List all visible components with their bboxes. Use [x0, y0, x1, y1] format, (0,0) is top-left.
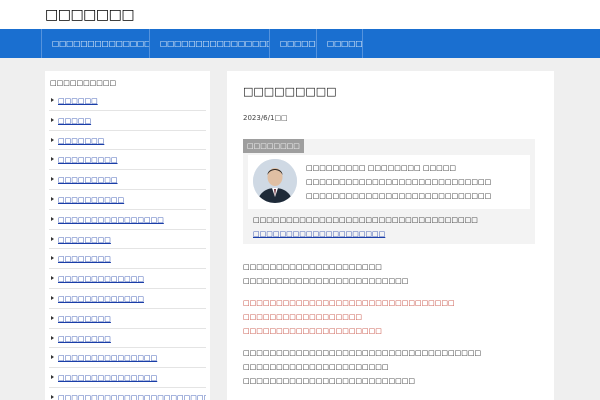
sidebar-item: □□□□□□ — [49, 91, 206, 111]
sidebar-item: □□□□□□□ — [49, 131, 206, 151]
sidebar-title: □□□□□□□□□□ — [50, 79, 117, 87]
author-card: □□□□□□□□□ □□□□□□□□ □□□□□ □□□□□□□□□□□□□□□… — [248, 155, 530, 209]
sidebar-item: □□□□□□□□□□□□□□□ — [49, 348, 206, 369]
author-description: □□□□□□□□□□□□□□□□□□□□□□□□□□□□□□□□□□ — [253, 216, 478, 224]
triangle-bullet-icon — [51, 177, 54, 182]
author-name: □□□□□□□□□ □□□□□□□□ □□□□□ — [306, 164, 456, 172]
author-box-label: □□□□□□□□ — [243, 139, 304, 153]
sidebar: □□□□□□□□□□ □□□□□□ □□□□□ □□□□□□□ □□□□□□□□… — [45, 71, 210, 400]
triangle-bullet-icon — [51, 137, 54, 142]
sidebar-link[interactable]: □□□□□□□ — [58, 137, 104, 145]
triangle-bullet-icon — [51, 196, 54, 201]
site-title[interactable]: □□□□□□□ — [45, 7, 135, 23]
author-profile-line: □□□□□□□□□□□□□□□□□□□□□□□□□□□□ — [306, 178, 492, 186]
triangle-bullet-icon — [51, 295, 54, 300]
body-text: □□□□□□□□□□□□□□□□□□□□□□□□□ — [243, 277, 409, 285]
triangle-bullet-icon — [51, 157, 54, 162]
triangle-bullet-icon — [51, 276, 54, 281]
body-text: □□□□□□□□□□□□□□□□□□□□□ — [243, 263, 382, 271]
sidebar-item: □□□□□□□□ — [49, 309, 206, 329]
sidebar-item: □□□□□□□□ — [49, 329, 206, 349]
sidebar-item: □□□□□□□□□□□□□□□□ — [49, 210, 206, 230]
body-text-emphasis: □□□□□□□□□□□□□□□□□□□□□□□□□□□□□□□□ — [243, 299, 455, 307]
sidebar-item: □□□□□□□□□□ — [49, 190, 206, 210]
sidebar-link[interactable]: □□□□□□□□□□□□□ — [58, 295, 144, 303]
sidebar-item: □□□□□□□□□□□□□ — [49, 269, 206, 289]
avatar — [253, 159, 297, 203]
triangle-bullet-icon — [51, 394, 54, 399]
sidebar-link[interactable]: □□□□□□□□□□ — [58, 196, 124, 204]
sidebar-item: □□□□□□□□□□□□□ — [49, 289, 206, 309]
author-profile-line: □□□□□□□□□□□□□□□□□□□□□□□□□□□□ — [306, 192, 492, 200]
triangle-bullet-icon — [51, 355, 54, 360]
sidebar-item: □□□□□□□□ — [49, 230, 206, 250]
sidebar-link[interactable]: □□□□□□□□ — [58, 335, 111, 343]
global-nav: □□□□□□□□□□□□□□□□□□□□□ □□□□□□□□□□□□□□□□□□… — [0, 29, 600, 58]
nav-item-2[interactable]: □□□□□□□□□□□□□□□□□□□□□□□ — [149, 29, 269, 58]
nav-item-3[interactable]: □□□□□□ — [269, 29, 316, 58]
author-box: □□□□□□□□ □□□□□□□□□ □□□□□□□□ □□□□□ □□□□□□… — [243, 139, 535, 244]
main-content: □□□□□□□□□ 2023/6/1□□ □□□□□□□□ □□□□□□□□□ … — [227, 71, 554, 400]
author-profile-link[interactable]: □□□□□□□□□□□□□□□□□□□□ — [253, 230, 385, 238]
sidebar-link[interactable]: □□□□□□□□□□□□□ — [58, 275, 144, 283]
sidebar-link[interactable]: □□□□□□□□□□□□□□□ — [58, 354, 157, 362]
nav-item-4[interactable]: □□□□□□ — [316, 29, 363, 58]
body-text-emphasis: □□□□□□□□□□□□□□□□□□□□□ — [243, 327, 382, 335]
sidebar-link[interactable]: □□□□□□ — [58, 97, 98, 105]
sidebar-link[interactable]: □□□□□ — [58, 117, 91, 125]
sidebar-link[interactable]: □□□□□□□□ — [58, 315, 111, 323]
triangle-bullet-icon — [51, 236, 54, 241]
triangle-bullet-icon — [51, 375, 54, 380]
sidebar-item: □□□□□□□□ — [49, 249, 206, 270]
body-text: □□□□□□□□□□□□□□□□□□□□□□ — [243, 363, 389, 371]
body-text: □□□□□□□□□□□□□□□□□□□□□□□□□□□□□□□□□□□□ — [243, 349, 482, 357]
body-text: □□□□□□□□□□□□□□□□□□□□□□□□□□ — [243, 377, 415, 385]
triangle-bullet-icon — [51, 98, 54, 102]
triangle-bullet-icon — [51, 256, 54, 261]
sidebar-item: □□□□□□□□□ — [49, 150, 206, 171]
sidebar-link[interactable]: □□□□□□□□□ — [58, 176, 118, 184]
nav-item-1[interactable]: □□□□□□□□□□□□□□□□□□□□□ — [41, 29, 149, 58]
sidebar-link[interactable]: □□□□□□□□□□□□□□□ — [58, 374, 157, 382]
sidebar-item: □□□□□ — [49, 111, 206, 131]
body-text-emphasis: □□□□□□□□□□□□□□□□□□ — [243, 313, 363, 321]
author-photo-icon — [253, 159, 297, 203]
post-title: □□□□□□□□□ — [243, 85, 337, 98]
sidebar-link[interactable]: □□□□□□□□ — [58, 255, 111, 263]
sidebar-link[interactable]: □□□□□□□□□□□□□□□□□□□□□□□□□□ — [58, 394, 206, 400]
sidebar-item: □□□□□□□□□□□□□□□ — [49, 368, 206, 388]
sidebar-link[interactable]: □□□□□□□□ — [58, 236, 111, 244]
sidebar-item: □□□□□□□□□ — [49, 170, 206, 190]
triangle-bullet-icon — [51, 315, 54, 320]
sidebar-item: □□□□□□□□□□□□□□□□□□□□□□□□□□ — [49, 388, 206, 400]
sidebar-link[interactable]: □□□□□□□□□ — [58, 156, 118, 164]
post-date: 2023/6/1□□ — [243, 114, 288, 122]
triangle-bullet-icon — [51, 335, 54, 340]
triangle-bullet-icon — [51, 117, 54, 122]
triangle-bullet-icon — [51, 216, 54, 221]
site-header: □□□□□□□ — [0, 0, 600, 29]
sidebar-link[interactable]: □□□□□□□□□□□□□□□□ — [58, 216, 164, 224]
sidebar-list: □□□□□□ □□□□□ □□□□□□□ □□□□□□□□□ □□□□□□□□□… — [49, 91, 206, 400]
